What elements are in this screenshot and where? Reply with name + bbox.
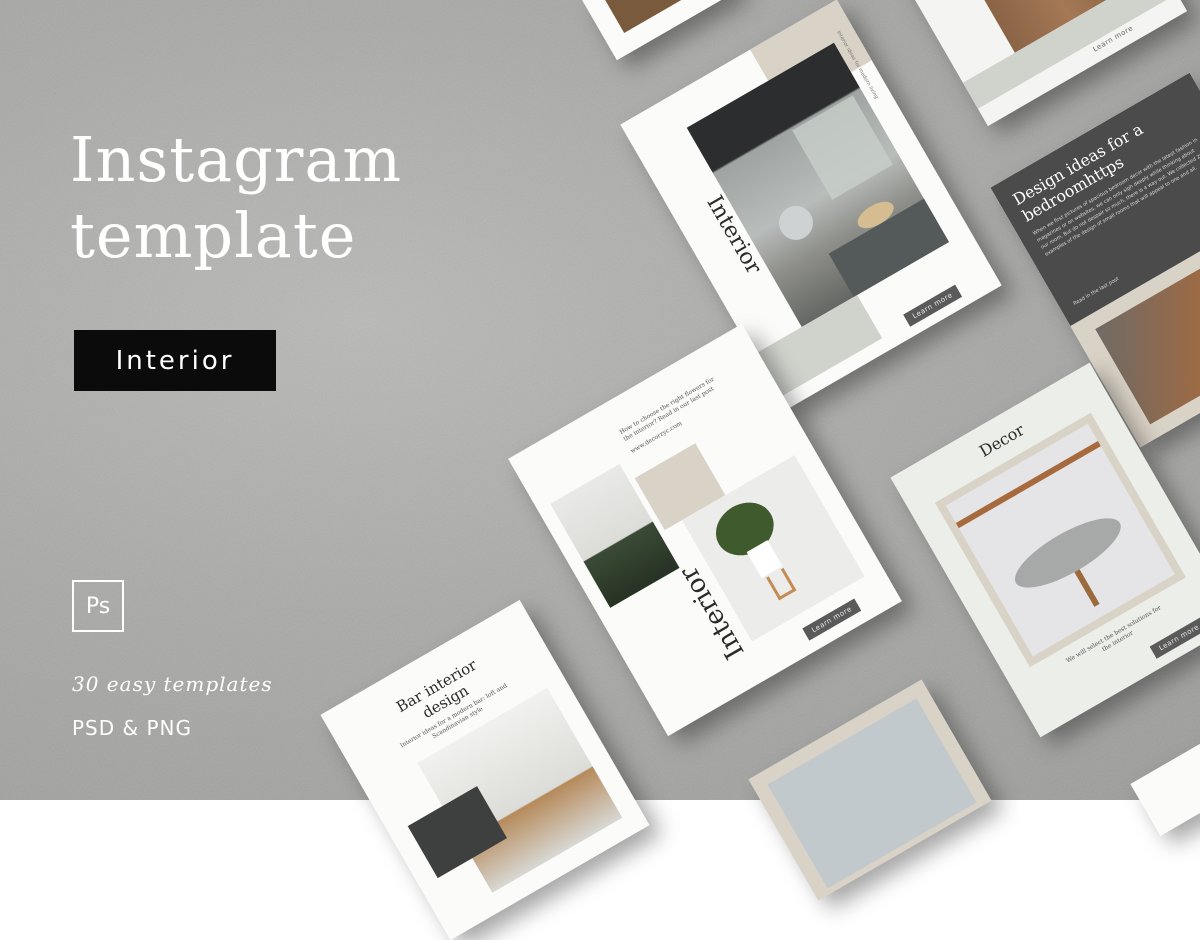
promo-title-line2: template bbox=[70, 199, 357, 272]
chair-shape bbox=[772, 199, 820, 247]
plant-text-block: How to choose the right flowers for the … bbox=[618, 375, 728, 456]
office-window bbox=[792, 95, 893, 200]
photoshop-icon: Ps bbox=[72, 580, 124, 632]
promo-title: Instagram template bbox=[70, 122, 490, 274]
templates-tagline: 30 easy templates bbox=[72, 672, 273, 696]
interior-badge: Interior bbox=[74, 330, 276, 391]
promo-title-line1: Instagram bbox=[70, 123, 403, 196]
file-formats: PSD & PNG bbox=[72, 716, 192, 740]
